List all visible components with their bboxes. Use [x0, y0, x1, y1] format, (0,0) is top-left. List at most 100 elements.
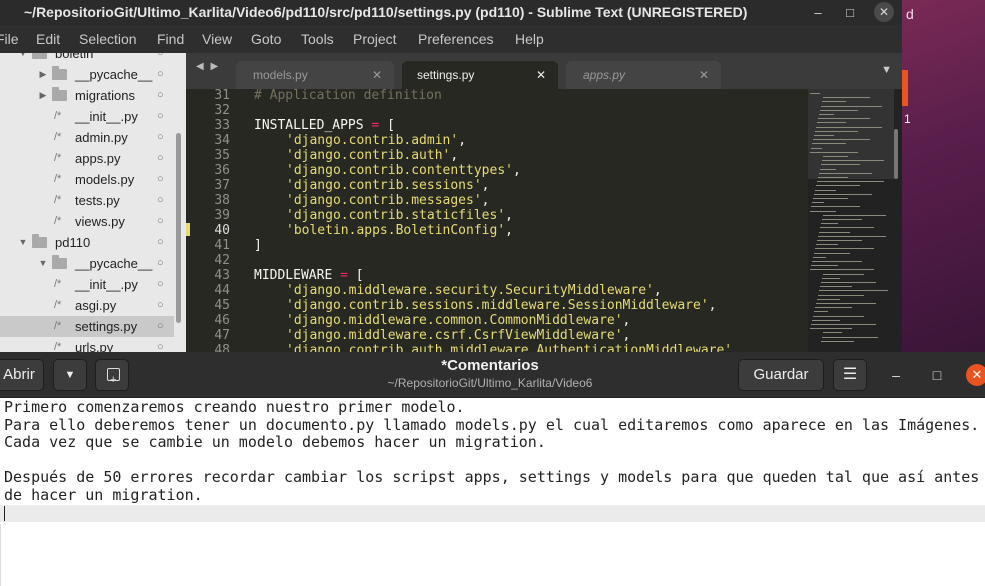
tab-label: settings.py	[417, 68, 475, 82]
tab-close-icon[interactable]: ✕	[699, 61, 709, 89]
minimap-line	[810, 151, 858, 153]
tab-models[interactable]: models.py ✕	[236, 61, 394, 89]
gedit-maximize-button[interactable]: □	[926, 364, 948, 386]
minimap-line	[821, 282, 876, 283]
sidebar-item[interactable]: /* asgi.py ○	[0, 295, 174, 316]
menu-project[interactable]: Project	[353, 29, 397, 49]
minimap-line	[816, 185, 860, 187]
sidebar-item[interactable]: /* tests.py ○	[0, 190, 174, 211]
close-dot-icon[interactable]: ○	[157, 148, 164, 169]
text-area-left-edge	[0, 524, 1, 586]
line-number: 40	[214, 223, 230, 238]
text-editor-area[interactable]: Primero comenzaremos creando nuestro pri…	[0, 398, 985, 586]
sidebar-item[interactable]: /* views.py ○	[0, 211, 174, 232]
text-line: Cada vez que se cambie un modelo debemos…	[4, 433, 546, 452]
close-dot-icon[interactable]: ○	[157, 316, 164, 337]
sublime-maximize-button[interactable]: □	[840, 0, 860, 25]
sidebar-item[interactable]: ▼ __pycache__ ○	[0, 253, 174, 274]
code-line: ]	[254, 238, 262, 253]
menu-tools[interactable]: Tools	[301, 29, 334, 49]
chevron-right-icon[interactable]: ▶	[38, 64, 48, 85]
close-dot-icon[interactable]: ○	[157, 253, 164, 274]
save-button[interactable]: Guardar	[738, 359, 824, 391]
hamburger-menu-button[interactable]: ☰	[833, 359, 867, 391]
close-dot-icon[interactable]: ○	[157, 53, 164, 64]
chevron-down-icon[interactable]: ▼	[18, 53, 28, 64]
chevron-right-icon[interactable]: ▶	[38, 85, 48, 106]
close-dot-icon[interactable]: ○	[157, 190, 164, 211]
minimap-line	[817, 240, 862, 241]
minimap-line	[810, 93, 820, 94]
sidebar-item[interactable]: ▼ pd110 ○	[0, 232, 174, 253]
code-comma: ,	[708, 298, 717, 313]
tab-dropdown-icon[interactable]: ▼	[881, 64, 892, 76]
gedit-minimize-button[interactable]: –	[885, 364, 907, 386]
menu-help[interactable]: Help	[515, 29, 544, 49]
minimap[interactable]	[808, 89, 902, 352]
minimap-line	[814, 311, 828, 313]
minimap-line	[820, 286, 852, 288]
file-icon: /*	[54, 173, 62, 185]
sidebar-item[interactable]: /* urls.py ○	[0, 337, 174, 352]
chevron-down-icon[interactable]: ▼	[38, 253, 48, 274]
code-area[interactable]: 31 # Application definition 32 33 INSTALLED_…	[186, 89, 808, 352]
tab-nav-arrows[interactable]: ◀ ▶	[196, 61, 220, 72]
code-string: 'django.contrib.auth'	[286, 148, 451, 163]
text-caret	[4, 506, 5, 521]
code-comma: ,	[505, 208, 513, 223]
sidebar-item-label: __init__.py	[75, 109, 138, 124]
folder-icon	[52, 66, 67, 80]
menu-selection[interactable]: Selection	[79, 29, 137, 49]
sidebar-item[interactable]: /* __init__.py ○	[0, 106, 174, 127]
close-dot-icon[interactable]: ○	[157, 127, 164, 148]
code-line: 'django.contrib.contenttypes',	[286, 163, 521, 178]
code-line: 'django.contrib.sessions',	[286, 178, 490, 193]
tab-apps[interactable]: apps.py ✕	[566, 61, 721, 89]
menu-edit[interactable]: Edit	[36, 29, 60, 49]
menu-preferences[interactable]: Preferences	[418, 29, 493, 49]
desktop-background: d 1	[902, 0, 985, 352]
code-identifier: MIDDLEWARE	[254, 268, 333, 283]
close-dot-icon[interactable]: ○	[157, 211, 164, 232]
sidebar-item[interactable]: /* apps.py ○	[0, 148, 174, 169]
sidebar-item[interactable]: ▼ boletin ○	[0, 53, 174, 64]
close-dot-icon[interactable]: ○	[157, 232, 164, 253]
minimap-line	[814, 252, 850, 254]
sublime-minimize-button[interactable]: –	[808, 0, 828, 25]
minimap-line	[817, 181, 884, 183]
sidebar-item[interactable]: /* __init__.py ○	[0, 274, 174, 295]
sublime-titlebar: ~/RepositorioGit/Ultimo_Karlita/Video6/p…	[0, 0, 902, 25]
close-dot-icon[interactable]: ○	[157, 106, 164, 127]
menu-file[interactable]: File	[0, 29, 19, 49]
close-dot-icon[interactable]: ○	[157, 64, 164, 85]
minimap-line	[822, 219, 862, 220]
sidebar-scrollbar[interactable]	[176, 133, 181, 323]
close-dot-icon[interactable]: ○	[157, 295, 164, 316]
sidebar-item[interactable]: /* admin.py ○	[0, 127, 174, 148]
sidebar-item[interactable]: /* settings.py ○	[0, 316, 174, 337]
gedit-close-button[interactable]: ✕	[966, 364, 985, 386]
close-dot-icon[interactable]: ○	[157, 337, 164, 352]
editor-scrollbar[interactable]	[894, 129, 898, 179]
close-dot-icon[interactable]: ○	[157, 274, 164, 295]
chevron-down-icon[interactable]: ▼	[18, 232, 28, 253]
code-line: # Application definition	[254, 89, 442, 103]
tab-close-icon[interactable]: ✕	[372, 61, 382, 89]
close-dot-icon[interactable]: ○	[157, 169, 164, 190]
line-number: 43	[214, 268, 230, 283]
close-dot-icon[interactable]: ○	[157, 85, 164, 106]
sidebar-item[interactable]: ▶ migrations ○	[0, 85, 174, 106]
code-line: 'boletin.apps.BoletinConfig',	[286, 223, 513, 238]
minimap-line	[815, 189, 836, 191]
sublime-editor: ◀ ▶ ▼ models.py ✕ settings.py ✕ apps.py ✕ 31 #…	[186, 53, 902, 352]
minimap-viewport[interactable]	[808, 89, 894, 179]
menu-find[interactable]: Find	[157, 29, 184, 49]
line-number: 48	[214, 343, 230, 352]
sidebar-item[interactable]: /* models.py ○	[0, 169, 174, 190]
menu-goto[interactable]: Goto	[251, 29, 281, 49]
sublime-close-button[interactable]: ✕	[874, 2, 894, 22]
tab-settings[interactable]: settings.py ✕	[402, 61, 558, 89]
tab-close-icon[interactable]: ✕	[536, 61, 546, 89]
menu-view[interactable]: View	[202, 29, 232, 49]
sidebar-item[interactable]: ▶ __pycache__ ○	[0, 64, 174, 85]
